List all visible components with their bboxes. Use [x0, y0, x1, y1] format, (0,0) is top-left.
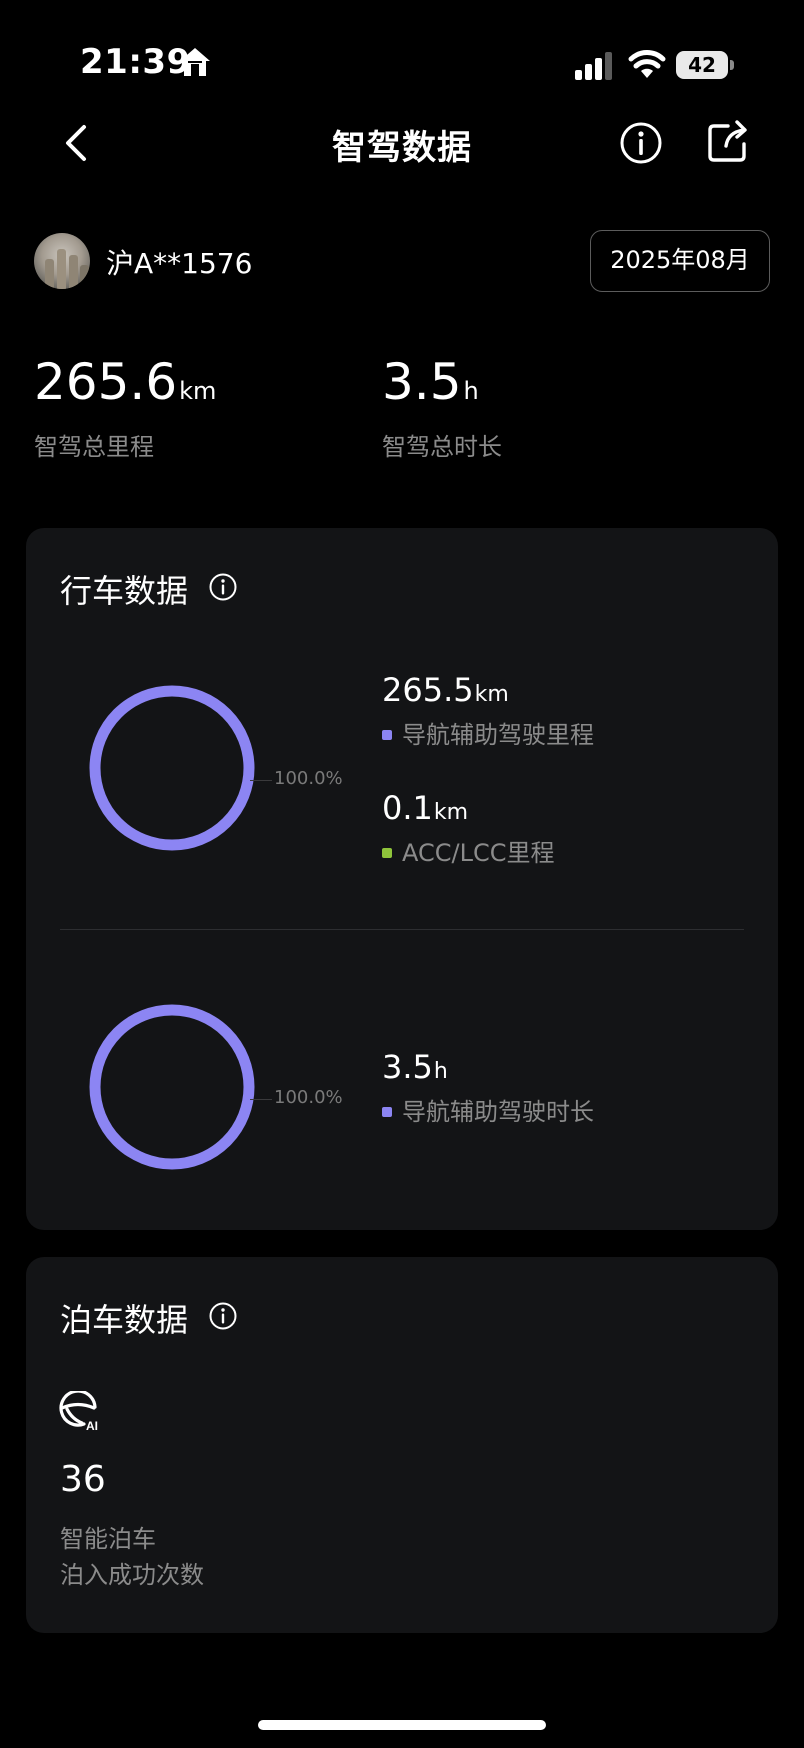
nav-assist-duration-label: 导航辅助驾驶时长: [402, 1098, 594, 1126]
user-row: 沪A**1576 2025年08月: [0, 230, 804, 292]
total-duration: 3.5h 智驾总时长: [382, 352, 502, 462]
total-distance-unit: km: [179, 377, 217, 405]
parking-caption-smart: 智能泊车: [60, 1525, 156, 1553]
nav-assist-distance-value: 265.5: [382, 671, 474, 709]
svg-text:AI: AI: [86, 1419, 98, 1431]
duration-donut-svg: [89, 1004, 255, 1170]
duration-percent-leader: [250, 1099, 272, 1100]
section-divider: [60, 929, 744, 930]
total-duration-value: 3.5: [382, 353, 462, 411]
total-distance-value: 265.6: [34, 353, 178, 411]
driving-card-title: 行车数据: [60, 572, 189, 610]
acc-lcc-distance-value-row: 0.1km: [382, 788, 554, 833]
battery-indicator: 42: [676, 51, 734, 79]
page-title: 智驾数据: [332, 128, 472, 168]
total-distance-value-row: 265.6km: [34, 352, 216, 421]
total-duration-caption: 智驾总时长: [382, 433, 502, 461]
acc-lcc-distance-unit: km: [433, 800, 469, 825]
duration-percent-label: 100.0%: [274, 1087, 343, 1108]
info-icon[interactable]: [618, 120, 664, 166]
legend-dot-purple: [382, 1107, 392, 1117]
month-selector-button[interactable]: 2025年08月: [590, 230, 770, 292]
battery-level: 42: [688, 53, 716, 77]
nav-assist-distance-value-row: 265.5km: [382, 670, 594, 715]
parking-count: 36: [60, 1459, 106, 1500]
total-duration-unit: h: [463, 377, 479, 405]
cellular-signal-icon: [575, 52, 612, 80]
wifi-icon: [628, 50, 666, 78]
total-duration-value-row: 3.5h: [382, 352, 502, 421]
acc-lcc-distance-metric: 0.1km ACC/LCC里程: [382, 788, 554, 869]
share-icon[interactable]: [706, 118, 750, 164]
parking-data-card: 泊车数据 AI 36 智能泊车 泊入成功次数: [26, 1257, 778, 1633]
driving-data-card: 行车数据 100.0% 265.5km 导航辅助驾驶里程 0.1km ACC/L…: [26, 528, 778, 1230]
home-indicator[interactable]: [258, 1720, 546, 1730]
parking-card-title: 泊车数据: [60, 1301, 189, 1339]
nav-assist-distance-metric: 265.5km 导航辅助驾驶里程: [382, 670, 594, 751]
legend-dot-purple: [382, 730, 392, 740]
info-icon[interactable]: [208, 572, 238, 602]
legend-dot-green: [382, 848, 392, 858]
steering-wheel-ai-icon: AI: [59, 1391, 98, 1431]
duration-donut-chart: [82, 997, 262, 1177]
nav-assist-duration-value: 3.5: [382, 1048, 433, 1086]
acc-lcc-distance-legend: ACC/LCC里程: [382, 837, 554, 869]
total-distance-caption: 智驾总里程: [34, 433, 154, 461]
distance-percent-leader: [250, 780, 272, 781]
nav-bar: 智驾数据: [0, 110, 804, 176]
distance-donut-svg: [89, 685, 255, 851]
duration-donut-ring: [89, 1004, 255, 1170]
nav-assist-duration-value-row: 3.5h: [382, 1047, 594, 1092]
nav-assist-distance-legend: 导航辅助驾驶里程: [382, 719, 594, 751]
totals-summary: 265.6km 智驾总里程 3.5h 智驾总时长: [0, 352, 804, 462]
avatar[interactable]: [34, 233, 90, 289]
distance-donut-chart: [82, 678, 262, 858]
home-icon: [180, 48, 210, 76]
info-icon[interactable]: [208, 1301, 238, 1331]
nav-assist-distance-unit: km: [474, 682, 509, 707]
acc-lcc-distance-label: ACC/LCC里程: [402, 839, 555, 867]
nav-assist-duration-metric: 3.5h 导航辅助驾驶时长: [382, 1047, 594, 1128]
total-distance: 265.6km 智驾总里程: [34, 352, 216, 462]
nav-assist-duration-unit: h: [433, 1059, 448, 1084]
nav-assist-duration-legend: 导航辅助驾驶时长: [382, 1096, 594, 1128]
nav-assist-distance-label: 导航辅助驾驶里程: [402, 721, 594, 749]
distance-donut-ring: [89, 685, 255, 851]
battery-tip: [730, 60, 734, 70]
status-bar: 21:39 42: [0, 0, 804, 110]
distance-percent-label: 100.0%: [274, 768, 343, 789]
acc-lcc-distance-value: 0.1: [382, 789, 433, 827]
license-plate: 沪A**1576: [106, 247, 253, 280]
parking-caption-success: 泊入成功次数: [60, 1561, 204, 1589]
status-time: 21:39: [80, 42, 191, 82]
